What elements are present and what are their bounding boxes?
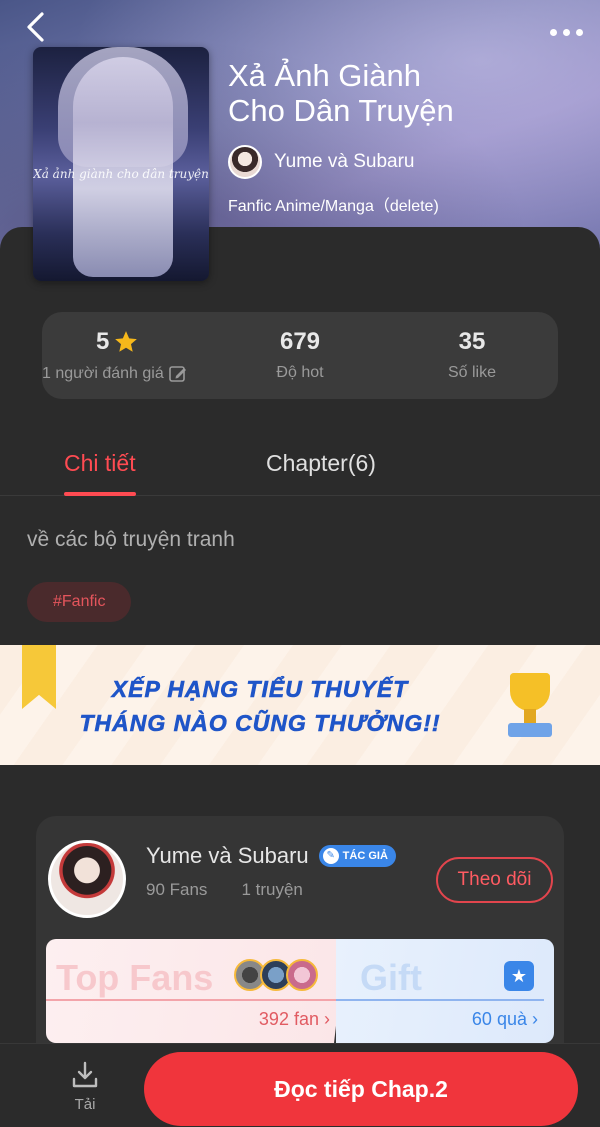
author-avatar[interactable] [48, 840, 126, 918]
stats-bar: 5 1 người đánh giá 679 Độ hot 35 Số like [42, 312, 558, 399]
rating-value: 5 [96, 328, 110, 355]
book-description: về các bộ truyện tranh [27, 528, 235, 551]
author-link[interactable]: Yume và Subaru [228, 145, 414, 179]
chevron-right-icon: › [532, 1009, 538, 1029]
fans-gift-panel: Top Fans 392 fan › Gift ★ 60 quà › [46, 939, 554, 1043]
tab-detail[interactable]: Chi tiết [64, 450, 136, 496]
hot-value: 679 [279, 328, 321, 355]
hot-stat: 679 Độ hot [214, 312, 386, 399]
download-button[interactable]: Tải [60, 1060, 110, 1113]
hot-label: Độ hot [276, 364, 324, 381]
bottom-action-bar: Tải Đọc tiếp Chap.2 [0, 1043, 600, 1127]
edit-icon[interactable] [168, 364, 188, 384]
avatar [228, 145, 262, 179]
tab-chapter[interactable]: Chapter(6) [266, 450, 376, 477]
tag-chip[interactable]: #Fanfic [27, 582, 132, 622]
fans-count: 90 Fans [146, 880, 208, 899]
author-badge: ✎ TÁC GIẢ [318, 845, 396, 867]
likes-value: 35 [458, 328, 486, 355]
author-card-name[interactable]: Yume và Subaru [146, 843, 309, 869]
cover-title: Xả ảnh giành cho dân truyện [33, 167, 209, 181]
gift-count: 60 quà [471, 1009, 527, 1029]
banner-line1: XẾP HẠNG TIỂU THUYẾT [111, 676, 409, 703]
continue-reading-button[interactable]: Đọc tiếp Chap.2 [144, 1052, 578, 1126]
gift-icon: ★ [504, 961, 534, 991]
top-fans-count: 392 fan [258, 1009, 319, 1029]
gift-box[interactable]: Gift ★ 60 quà › [336, 939, 554, 1043]
tab-bar: Chi tiết Chapter(6) [0, 440, 600, 496]
ranking-banner[interactable]: XẾP HẠNG TIỂU THUYẾT THÁNG NÀO CŨNG THƯỞ… [0, 645, 600, 765]
likes-label: Số like [447, 364, 497, 381]
download-label: Tải [74, 1096, 96, 1113]
back-button[interactable] [18, 10, 54, 46]
trophy-icon [492, 669, 568, 745]
avatar [286, 959, 318, 991]
book-cover[interactable]: Xả ảnh giành cho dân truyện [33, 47, 209, 281]
follow-button[interactable]: Theo dõi [436, 857, 553, 903]
more-options-button[interactable] [544, 18, 588, 46]
author-name: Yume và Subaru [274, 151, 415, 172]
rating-label: 1 người đánh giá [42, 365, 164, 382]
book-title: Xả Ảnh Giành Cho Dân Truyện [228, 58, 454, 128]
top-fans-title: Top Fans [56, 957, 214, 998]
genre-label: Fanfic Anime/Manga（delete) [228, 198, 439, 215]
pen-icon: ✎ [322, 848, 339, 864]
star-icon [115, 331, 138, 352]
chevron-left-icon [27, 12, 44, 42]
gift-title: Gift [360, 957, 422, 998]
top-fans-avatars [234, 959, 318, 991]
top-fans-box[interactable]: Top Fans 392 fan › [46, 939, 346, 1043]
chevron-right-icon: › [324, 1009, 330, 1029]
download-icon [72, 1061, 98, 1088]
likes-stat: 35 Số like [386, 312, 558, 399]
rating-stat[interactable]: 5 1 người đánh giá [42, 312, 214, 399]
works-count: 1 truyện [241, 880, 303, 899]
banner-line2: THÁNG NÀO CŨNG THƯỞNG!! [79, 710, 441, 737]
more-horizontal-icon [549, 28, 557, 36]
